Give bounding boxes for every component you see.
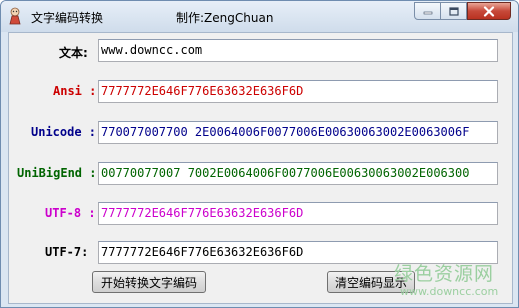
watermark-url: www.downcc.com: [400, 285, 499, 298]
unibigend-output[interactable]: 00770077007 7002E0064006F0077006E0063006…: [98, 162, 498, 185]
unicode-output[interactable]: 770077007700 2E0064006F0077006E006300630…: [98, 121, 498, 144]
utf7-label: UTF-7:: [45, 245, 89, 259]
watermark-text: 绿色资源网: [394, 263, 495, 285]
ansi-output[interactable]: 7777772E646F776E63632E636F6D: [98, 80, 498, 103]
minimize-icon: [423, 11, 432, 15]
close-icon: [483, 5, 495, 17]
window-title: 文字编码转换: [31, 11, 104, 25]
close-button[interactable]: [467, 2, 511, 20]
unicode-label: Unicode :: [31, 125, 97, 139]
app-window: 文字编码转换 制作:ZengChuan 文本: www.downcc.com A…: [0, 0, 519, 308]
ansi-label: Ansi :: [53, 84, 97, 98]
author-label: 制作:ZengChuan: [176, 11, 274, 25]
utf8-label: UTF-8 :: [45, 206, 96, 220]
convert-button[interactable]: 开始转换文字编码: [92, 271, 206, 293]
app-icon[interactable]: [7, 7, 23, 25]
minimize-button[interactable]: [414, 2, 441, 20]
text-label: 文本:: [59, 46, 88, 60]
title-bar[interactable]: 文字编码转换 制作:ZengChuan: [1, 1, 518, 32]
unibigend-label: UniBigEnd :: [17, 166, 97, 180]
maximize-icon: [448, 6, 459, 16]
maximize-button[interactable]: [440, 2, 467, 20]
watermark: 绿色资源网 www.downcc.com: [394, 259, 516, 305]
text-input[interactable]: www.downcc.com: [98, 39, 498, 62]
utf8-output[interactable]: 7777772E646F776E63632E636F6D: [98, 202, 498, 225]
